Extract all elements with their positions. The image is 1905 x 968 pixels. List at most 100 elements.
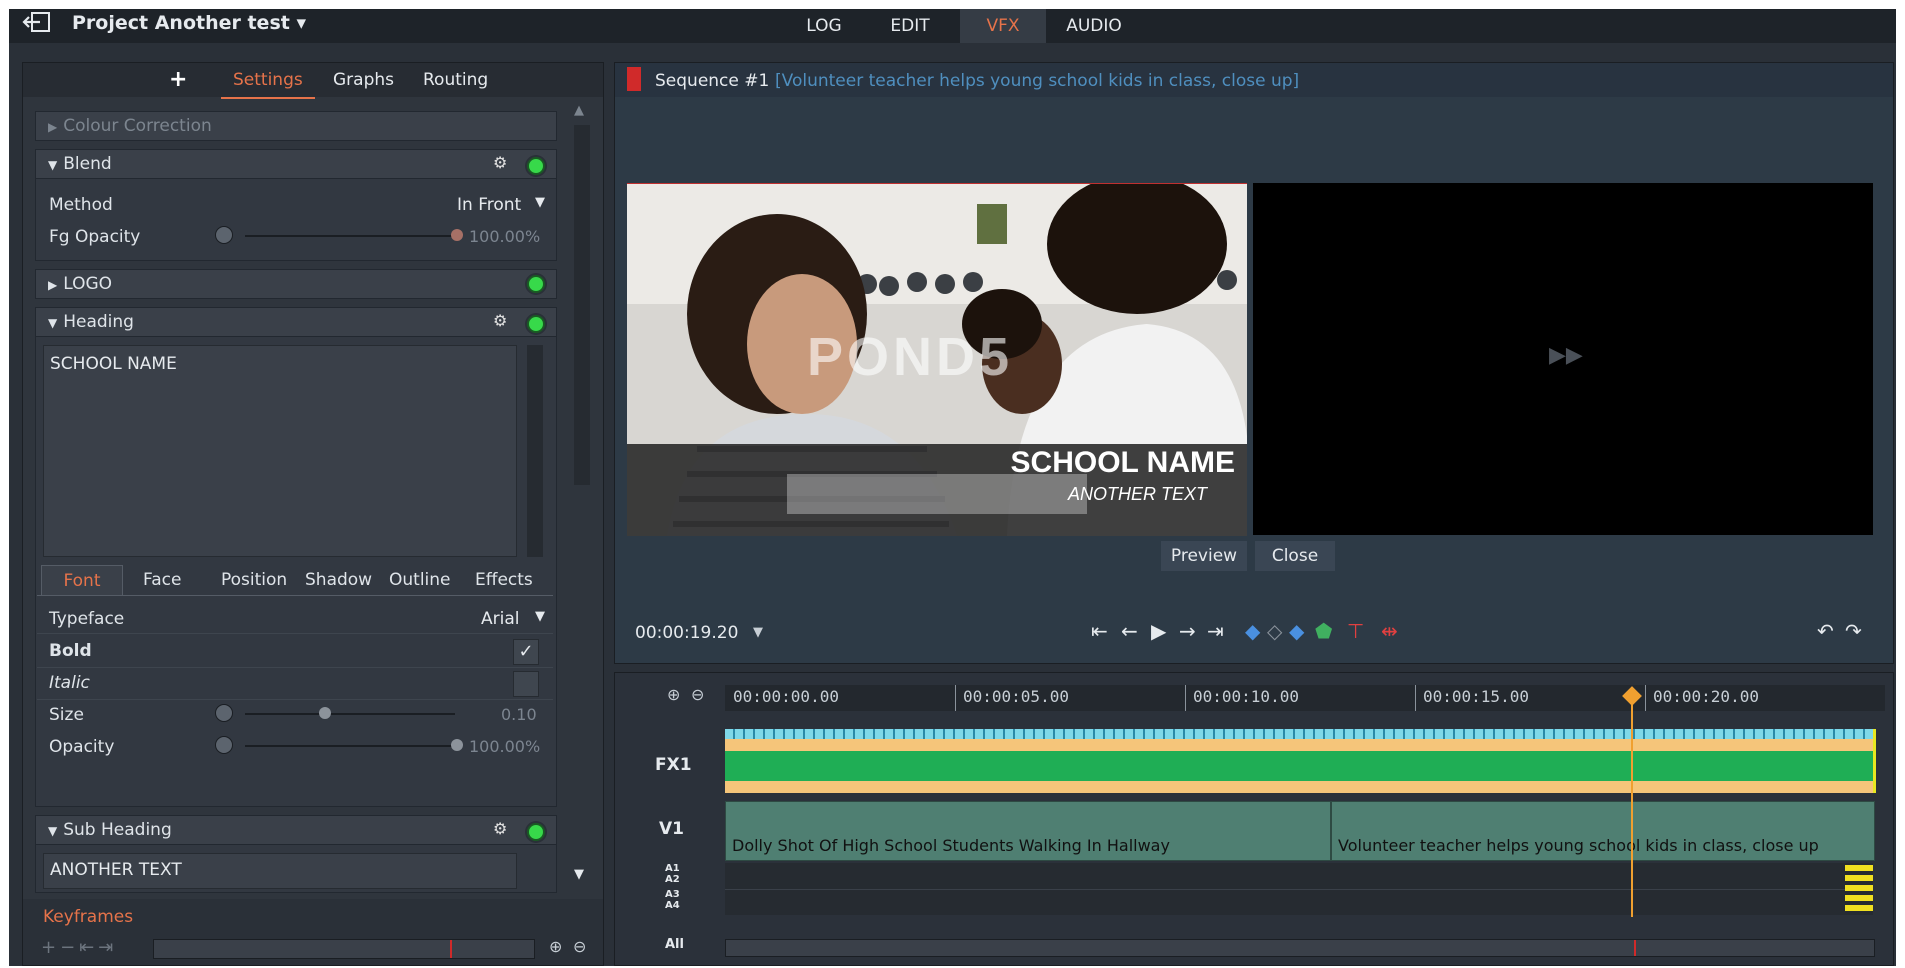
step-forward-icon[interactable]: → [1179,619,1196,643]
track-label-a4[interactable]: A4 [665,900,680,911]
fast-forward-icon: ▶▶ [1549,343,1583,368]
go-to-end-icon[interactable]: ⇥ [1207,619,1224,643]
timeline-overview-bar[interactable] [725,939,1875,957]
step-back-icon[interactable]: ← [1121,619,1138,643]
typeface-select[interactable]: Arial [481,609,519,629]
size-slider[interactable] [245,713,455,715]
tab-audio[interactable]: AUDIO [1054,9,1134,43]
gear-icon[interactable]: ⚙ [493,153,507,172]
ruler-tick [955,685,956,711]
tab-face[interactable]: Face [143,565,181,595]
section-blend-header[interactable]: ▼ Blend [35,149,557,179]
audio-tracks-area[interactable] [725,863,1873,915]
keyframe-playhead [450,940,452,958]
close-button[interactable]: Close [1255,541,1335,571]
size-slider-handle[interactable] [319,707,331,719]
tab-routing[interactable]: Routing [423,63,488,97]
tab-position[interactable]: Position [221,565,287,595]
mark-clear-icon[interactable]: ◇ [1267,619,1282,643]
audio-end-markers [1845,865,1873,913]
lift-icon[interactable]: ⊤ [1347,619,1364,643]
enable-led-icon[interactable] [527,315,545,333]
fg-opacity-slider[interactable] [245,235,455,237]
fx1-clip[interactable] [725,729,1876,795]
go-to-start-icon[interactable]: ⇤ [1091,619,1108,643]
reset-knob-icon[interactable] [215,736,233,754]
method-select[interactable]: In Front [457,195,521,215]
tab-graphs[interactable]: Graphs [333,63,394,97]
section-logo[interactable]: ▶ LOGO [35,269,557,299]
enable-led-icon[interactable] [527,823,545,841]
zoom-out-icon[interactable]: ⊖ [691,685,704,704]
redo-icon[interactable]: ↷ [1845,619,1862,643]
enable-led-icon[interactable] [527,275,545,293]
section-title: Sub Heading [63,820,172,840]
keyframe-controls-icon[interactable]: +−⇤⇥ [41,937,117,958]
preview-button[interactable]: Preview [1161,541,1247,571]
keyframe-track[interactable] [153,939,535,959]
section-sub-heading-header[interactable]: ▼ Sub Heading [35,815,557,845]
dropdown-arrow-icon[interactable]: ▼ [535,609,545,624]
gear-icon[interactable]: ⚙ [493,311,507,330]
tab-edit[interactable]: EDIT [872,9,948,43]
program-monitor[interactable]: POND5 SCHOOL NAME ANOTHER TEXT [627,183,1247,536]
track-label-v1[interactable]: V1 [659,819,684,839]
heading-text-input[interactable]: SCHOOL NAME [43,345,517,557]
scroll-thumb[interactable] [574,125,590,485]
heading-text-scrollbar[interactable] [527,345,543,557]
zoom-in-icon[interactable]: ⊕ [667,685,680,704]
extract-icon[interactable]: ⇹ [1381,619,1398,643]
dropdown-arrow-icon[interactable]: ▼ [535,195,545,210]
section-colour-correction[interactable]: ▶ Colour Correction [35,111,557,141]
timecode-display[interactable]: 00:00:19.20 [635,623,738,643]
gear-icon[interactable]: ⚙ [493,819,507,838]
zoom-in-icon[interactable]: ⊕ [549,937,562,956]
exit-project-icon[interactable] [22,10,52,34]
mark-out-icon[interactable]: ◆ [1289,619,1304,643]
tab-shadow[interactable]: Shadow [305,565,372,595]
expand-arrow-icon: ▶ [48,120,58,134]
bold-checkbox[interactable]: ✓ [513,639,539,665]
sub-heading-text-input[interactable]: ANOTHER TEXT [43,853,517,889]
opacity-value[interactable]: 100.00% [469,737,540,756]
marker-icon[interactable]: ⬟ [1315,619,1332,643]
reset-knob-icon[interactable] [215,704,233,722]
size-value[interactable]: 0.10 [501,705,537,724]
v1-clip-classroom[interactable]: Volunteer teacher helps young school kid… [1331,801,1875,861]
opacity-slider-handle[interactable] [451,739,463,751]
tab-effects[interactable]: Effects [475,565,533,595]
text-style-tabs: Font Face Position Shadow Outline Effect… [37,565,553,596]
zoom-out-icon[interactable]: ⊖ [573,937,586,956]
track-label-all[interactable]: All [665,937,684,952]
tab-settings[interactable]: Settings [221,63,315,99]
enable-led-icon[interactable] [527,157,545,175]
tab-outline[interactable]: Outline [389,565,451,595]
tab-font[interactable]: Font [41,565,123,596]
secondary-monitor[interactable]: ▶▶ [1253,183,1873,535]
timeline-ruler[interactable]: 00:00:00.00 00:00:05.00 00:00:10.00 00:0… [725,685,1885,711]
opacity-slider[interactable] [245,745,455,747]
play-icon[interactable]: ▶ [1151,619,1166,643]
mark-in-icon[interactable]: ◆ [1245,619,1260,643]
scroll-up-icon[interactable]: ▲ [574,103,584,118]
timeline-playhead[interactable] [1631,687,1633,917]
track-label-a1[interactable]: A1 [665,863,680,874]
fg-opacity-value[interactable]: 100.00% [469,227,540,246]
scroll-down-icon[interactable]: ▼ [574,867,584,882]
track-label-a3[interactable]: A3 [665,889,680,900]
v1-clip-hallway[interactable]: Dolly Shot Of High School Students Walki… [725,801,1331,861]
tab-vfx[interactable]: VFX [960,9,1046,43]
timecode-dropdown-icon[interactable]: ▼ [753,625,763,640]
reset-knob-icon[interactable] [215,226,233,244]
track-label-fx1[interactable]: FX1 [655,755,692,775]
italic-checkbox[interactable] [513,671,539,697]
section-heading-header[interactable]: ▼ Heading [35,307,557,337]
undo-icon[interactable]: ↶ [1817,619,1834,643]
panel-scrollbar[interactable]: ▲ ▼ [571,103,593,893]
section-title: LOGO [63,274,113,294]
project-title[interactable]: Project Another test ▾ [72,12,306,34]
track-label-a2[interactable]: A2 [665,874,680,885]
tab-log[interactable]: LOG [788,9,860,43]
add-effect-icon[interactable]: + [169,63,187,97]
fg-opacity-handle[interactable] [451,229,463,241]
